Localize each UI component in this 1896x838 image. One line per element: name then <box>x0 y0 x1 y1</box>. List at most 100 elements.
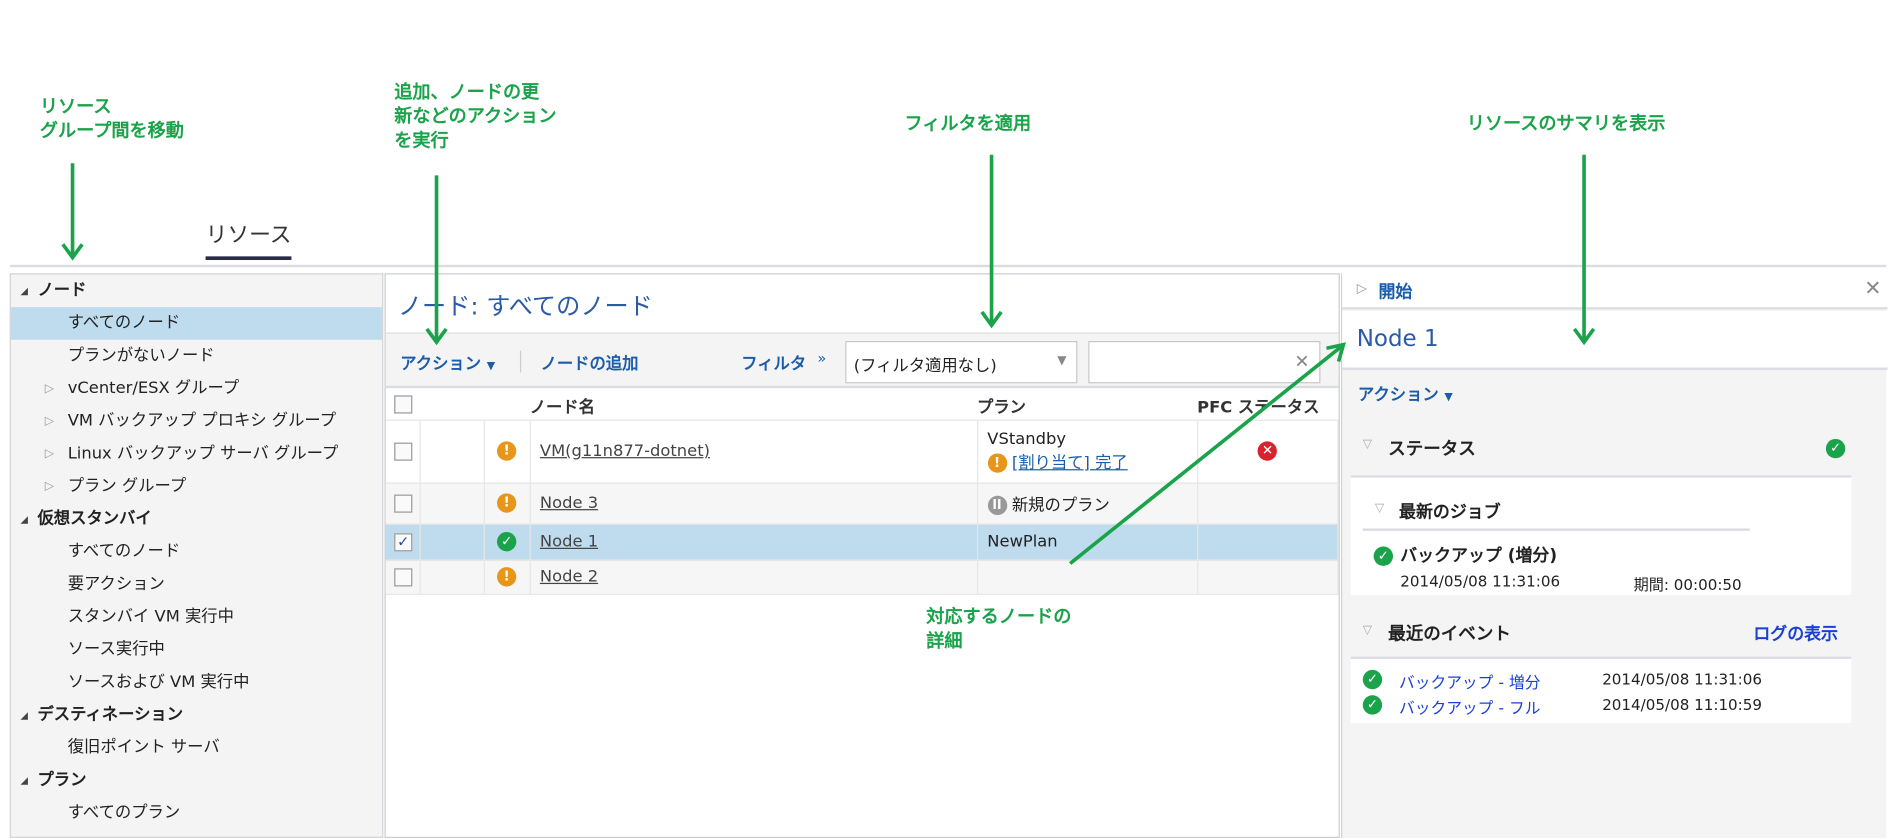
collapse-icon[interactable]: ▽ <box>1363 438 1372 451</box>
column-pfc-status[interactable]: PFC ステータス <box>1197 390 1338 421</box>
event-item: ✓ バックアップ - フル 2014/05/08 11:10:59 <box>1362 695 1847 719</box>
row-checkbox[interactable]: ✓ <box>394 532 413 551</box>
sidebar-item[interactable]: ◢ デスティネーション <box>11 699 382 732</box>
start-header: ▷ 開始 ✕ <box>1342 273 1888 310</box>
sidebar-item-label: プランがないノード <box>67 345 215 366</box>
summary-panel: ▷ 開始 ✕ Node 1 アクション ▼ ▽ ステータス ✓ ▽ 最新のジョブ… <box>1341 273 1888 838</box>
sidebar-item[interactable]: ◢ 仮想スタンバイ <box>11 503 382 536</box>
node-name-link[interactable]: Node 3 <box>540 493 598 512</box>
sidebar-item-label: プラン グループ <box>67 476 187 496</box>
plan-status-link[interactable]: [割り当て] 完了 <box>1012 453 1128 472</box>
column-node-name[interactable]: ノード名 <box>529 390 978 421</box>
separator <box>519 350 522 373</box>
sidebar-item[interactable]: ソース実行中 <box>11 634 382 667</box>
sidebar-item-label: ソース実行中 <box>67 639 165 660</box>
column-plan[interactable]: プラン <box>977 390 1198 421</box>
sidebar-item-label: ソースおよび VM 実行中 <box>67 672 250 692</box>
sidebar-item[interactable]: プランがないノード <box>11 340 382 373</box>
expand-triangle-icon[interactable]: ▷ <box>45 372 54 405</box>
job-time: 2014/05/08 11:31:06 <box>1400 571 1561 591</box>
sidebar-item-label: vCenter/ESX グループ <box>67 378 240 398</box>
expand-icon[interactable]: ▷ <box>1357 281 1367 297</box>
sidebar-item[interactable]: すべてのノード <box>11 536 382 569</box>
collapse-triangle-icon[interactable]: ◢ <box>21 274 28 307</box>
select-all-checkbox[interactable] <box>394 395 413 414</box>
expand-filter-icon[interactable]: » <box>817 349 826 366</box>
row-checkbox[interactable] <box>394 567 413 586</box>
sidebar-item[interactable]: スタンバイ VM 実行中 <box>11 601 382 634</box>
table-row[interactable]: ! VM(g11n877-dotnet) VStandby! [割り当て] 完了 ✕ <box>385 419 1339 484</box>
status-ok-icon: ✓ <box>1825 438 1846 459</box>
warning-icon: ! <box>496 441 517 461</box>
collapse-triangle-icon[interactable]: ◢ <box>21 764 28 797</box>
annotation-summary: リソースのサマリを表示 <box>1466 112 1666 135</box>
table-row[interactable]: ! Node 3 ll 新規のプラン <box>385 482 1339 525</box>
sidebar-item[interactable]: ▷ VM バックアップ プロキシ グループ <box>11 405 382 438</box>
divider <box>9 264 1887 268</box>
sidebar-item-label: すべてのノード <box>67 313 181 333</box>
sidebar-item-label: すべてのノード <box>67 541 181 562</box>
table-row[interactable]: ✓ ✓ Node 1 NewPlan <box>385 523 1339 561</box>
latest-job-heading: 最新のジョブ <box>1399 503 1501 523</box>
event-item: ✓ バックアップ - 増分 2014/05/08 11:31:06 <box>1362 669 1847 694</box>
sidebar-item[interactable]: ▷ Linux バックアップ サーバ グループ <box>11 438 382 471</box>
expand-triangle-icon[interactable]: ▷ <box>45 405 54 438</box>
filter-button[interactable]: フィルタ <box>741 349 806 373</box>
events-list: ✓ バックアップ - 増分 2014/05/08 11:31:06 ✓ バックアップ -… <box>1350 656 1852 724</box>
close-icon[interactable]: ✕ <box>1864 277 1881 301</box>
event-link[interactable]: バックアップ - 増分 <box>1399 670 1540 693</box>
filter-select[interactable]: (フィルタ適用なし) ▼ <box>845 340 1078 384</box>
event-time: 2014/05/08 11:31:06 <box>1602 669 1763 689</box>
sidebar-item[interactable]: 要アクション <box>11 568 382 601</box>
node-name-link[interactable]: Node 1 <box>540 532 598 551</box>
expand-triangle-icon[interactable]: ▷ <box>45 438 54 471</box>
sidebar-item[interactable]: ◢ ノード <box>11 274 382 307</box>
page-title: ノード: すべてのノード <box>397 291 653 321</box>
sidebar-item-label: 要アクション <box>67 574 165 594</box>
actions-label: アクション <box>400 354 482 374</box>
sidebar-item[interactable]: ◢ プラン <box>11 764 382 797</box>
ok-icon: ✓ <box>1362 695 1383 715</box>
sidebar-item[interactable]: ▷ プラン グループ <box>11 470 382 503</box>
event-link[interactable]: バックアップ - フル <box>1399 695 1540 718</box>
collapse-triangle-icon[interactable]: ◢ <box>21 699 28 732</box>
plan-name: NewPlan <box>987 532 1058 552</box>
plan-name: VStandby <box>987 429 1066 449</box>
tab-resources[interactable]: リソース <box>205 218 292 260</box>
plan-name: 新規のプラン <box>1011 495 1110 516</box>
collapse-icon[interactable]: ▽ <box>1363 624 1372 637</box>
actions-button[interactable]: アクション ▼ <box>400 349 495 373</box>
sidebar-item[interactable]: ソースおよび VM 実行中 <box>11 666 382 699</box>
summary-actions-button[interactable]: アクション ▼ <box>1358 381 1453 405</box>
clear-search-icon[interactable]: ✕ <box>1294 351 1309 373</box>
start-link[interactable]: 開始 <box>1378 279 1412 303</box>
row-checkbox[interactable] <box>394 493 413 513</box>
node-table: ノード名 プラン PFC ステータス ! VM(g11n877-dotnet) VS… <box>385 390 1339 595</box>
node-name-link[interactable]: Node 2 <box>540 567 598 586</box>
row-checkbox[interactable] <box>394 441 413 461</box>
expand-triangle-icon[interactable]: ▷ <box>45 470 54 503</box>
sidebar-item-label: プラン <box>37 770 87 790</box>
paused-icon: ll <box>987 495 1007 516</box>
collapse-icon[interactable]: ▽ <box>1375 502 1384 515</box>
sidebar-item[interactable]: すべてのノード <box>10 307 383 340</box>
annotation-navigate: リソース グループ間を移動 <box>39 95 184 142</box>
annotation-actions: 追加、ノードの更 新などのアクション を実行 <box>394 81 557 152</box>
search-input[interactable]: ✕ <box>1088 340 1321 384</box>
sidebar-item[interactable]: すべてのプラン <box>11 797 382 830</box>
sidebar-item[interactable]: ▷ vCenter/ESX グループ <box>11 372 382 405</box>
node-list-panel: ノード: すべてのノード アクション ▼ ノードの追加 フィルタ » (フィルタ… <box>384 273 1340 838</box>
ok-icon: ✓ <box>496 532 517 552</box>
recent-events-heading: 最近のイベント <box>1388 625 1511 645</box>
sidebar-item-label: 復旧ポイント サーバ <box>67 737 220 757</box>
node-name-link[interactable]: VM(g11n877-dotnet) <box>540 441 710 460</box>
sidebar-item[interactable]: 復旧ポイント サーバ <box>11 732 382 765</box>
sidebar-item-label: 仮想スタンバイ <box>37 509 152 529</box>
view-log-link[interactable]: ログの表示 <box>1753 622 1838 646</box>
dropdown-arrow-icon: ▼ <box>1057 354 1067 368</box>
sidebar-item-label: VM バックアップ プロキシ グループ <box>67 411 337 431</box>
add-node-button[interactable]: ノードの追加 <box>541 349 639 373</box>
warning-icon: ! <box>496 493 517 513</box>
table-row[interactable]: ! Node 2 <box>385 559 1339 595</box>
collapse-triangle-icon[interactable]: ◢ <box>21 503 28 536</box>
